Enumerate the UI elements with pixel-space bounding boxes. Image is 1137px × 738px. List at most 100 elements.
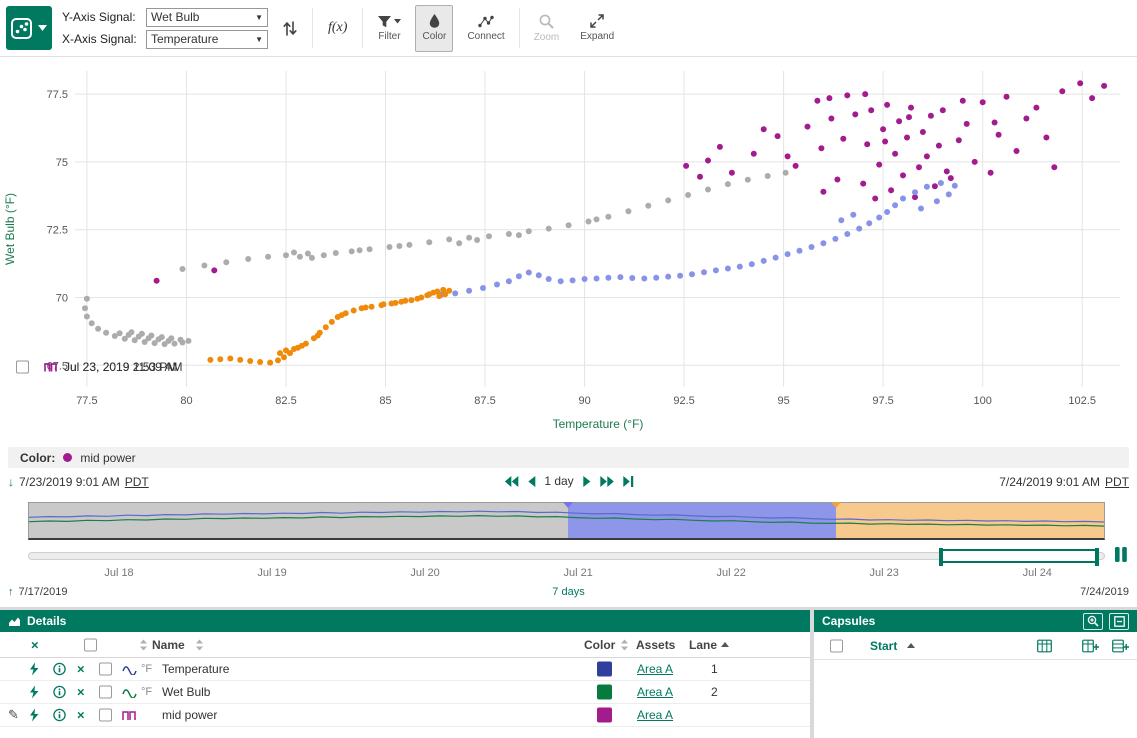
step-back-half-button[interactable] [526,475,536,488]
color-swatch[interactable] [597,685,612,700]
day-label: Jul 20 [410,567,439,579]
magnifier-icon [539,14,554,29]
remove-icon[interactable]: × [77,663,85,676]
info-icon[interactable] [53,709,66,722]
info-icon[interactable] [53,686,66,699]
day-label: Jul 21 [563,567,592,579]
column-lane[interactable]: Lane [689,638,717,652]
investigate-range-end[interactable]: 7/24/2019 [1080,586,1129,598]
timezone-end[interactable]: PDT [1105,475,1129,489]
toolbar-separator [362,8,363,48]
step-size-label[interactable]: 1 day [544,474,573,488]
svg-text:82.5: 82.5 [275,395,296,407]
timezone-start[interactable]: PDT [125,475,149,489]
remove-icon[interactable]: × [77,709,85,722]
investigate-start-arrow-icon: ↑ [8,586,14,598]
mini-trend-strip[interactable] [28,502,1105,540]
row-checkbox[interactable] [99,686,112,699]
auto-update-pause-icon[interactable] [1114,546,1128,563]
scatter-plot[interactable]: 77.58082.58587.59092.59597.5100102.567.5… [0,57,1137,447]
asset-link[interactable]: Area A [637,685,673,699]
connect-dots-icon [478,15,494,28]
view-selector-button[interactable] [6,6,52,50]
details-row-temperature[interactable]: × °F Temperature Area A 1 [0,658,810,681]
step-forward-half-button[interactable] [582,475,592,488]
edit-pencil-icon[interactable]: ✎ [8,707,19,723]
scatter-view-icon [11,18,34,39]
step-back-full-button[interactable] [503,475,518,488]
column-name[interactable]: Name [152,638,185,652]
swap-axes-button[interactable] [275,5,305,52]
capsules-header: Capsules [814,610,1137,632]
color-button[interactable]: Color [415,5,453,52]
area-chart-icon [8,616,21,627]
svg-text:Wet Bulb (°F): Wet Bulb (°F) [3,193,17,265]
color-swatch[interactable] [597,708,612,723]
sort-icon[interactable] [140,639,147,650]
add-column-icon[interactable] [1082,639,1099,652]
details-row-wet-bulb[interactable]: × °F Wet Bulb Area A 2 [0,681,810,704]
row-checkbox[interactable] [99,709,112,722]
select-all-capsules-checkbox[interactable] [830,639,843,652]
details-header: Details [0,610,810,632]
toolbar-separator [312,8,313,48]
zoom-button: Zoom [527,5,567,52]
sort-asc-icon[interactable] [721,642,729,648]
display-range-row: ↓ 7/23/2019 9:01 AM PDT 1 day 7/24/2019 … [0,472,1137,496]
zoom-to-capsule-button[interactable] [1083,613,1103,630]
sort-icon[interactable] [196,639,203,650]
autoscale-icon[interactable] [29,663,40,676]
investigate-range-start[interactable]: 7/17/2019 [19,586,68,598]
step-forward-full-button[interactable] [600,475,615,488]
fx-tools-button[interactable]: f(x) [320,16,355,40]
column-color[interactable]: Color [584,638,615,652]
scrollbar-right-handle[interactable] [1095,548,1099,566]
display-range-start[interactable]: 7/23/2019 9:01 AM [19,475,120,489]
time-scrollbar-row [28,549,1105,563]
column-assets[interactable]: Assets [636,638,675,652]
column-start[interactable]: Start [870,639,897,653]
svg-text:77.5: 77.5 [47,89,68,101]
collapse-panel-button[interactable] [1109,613,1129,630]
sort-icon[interactable] [621,639,628,650]
y-axis-signal-value: Wet Bulb [151,10,199,24]
remove-icon[interactable]: × [77,686,85,699]
signal-wave-icon [122,663,137,675]
svg-text:75: 75 [56,157,68,169]
capsule-start-marker [831,502,841,508]
y-axis-signal-select[interactable]: Wet Bulb ▼ [146,8,268,27]
svg-text:70: 70 [56,293,68,305]
funnel-icon [377,15,392,28]
x-axis-signal-select[interactable]: Temperature ▼ [146,30,268,49]
autoscale-icon[interactable] [29,686,40,699]
details-row-mid-power[interactable]: ✎ × mid power Area A [0,704,810,727]
details-title: Details [27,614,66,628]
investigate-range-row: ↑ 7/17/2019 7 days 7/24/2019 [0,584,1137,604]
asset-link[interactable]: Area A [637,662,673,676]
remove-all-icon[interactable]: × [31,638,39,651]
color-swatch[interactable] [597,662,612,677]
step-to-end-button[interactable] [623,475,634,488]
info-icon[interactable] [53,663,66,676]
legend-dot [63,453,72,462]
display-range-end[interactable]: 7/24/2019 9:01 AM [999,475,1100,489]
item-name: mid power [162,708,217,722]
row-checkbox[interactable] [99,663,112,676]
table-icon[interactable] [1037,639,1052,652]
scrollbar-selection[interactable] [940,549,1098,563]
expand-button[interactable]: Expand [573,5,621,52]
connect-button[interactable]: Connect [460,5,511,52]
scrollbar-left-handle[interactable] [939,548,943,566]
seeq-workbench-scatter-view: Y-Axis Signal: Wet Bulb ▼ X-Axis Signal:… [0,0,1137,738]
select-all-checkbox[interactable] [84,638,97,651]
trend-lines [29,503,1104,537]
add-statistic-icon[interactable] [1112,639,1129,652]
details-panel: Details × Name Color Assets Lane [0,610,810,738]
select-caret-icon: ▼ [255,13,263,22]
investigate-range-duration[interactable]: 7 days [552,586,584,598]
filter-button[interactable]: Filter [370,5,408,52]
sort-asc-icon[interactable] [907,643,915,649]
asset-link[interactable]: Area A [637,708,673,722]
autoscale-icon[interactable] [29,709,40,722]
svg-text:90: 90 [578,395,590,407]
